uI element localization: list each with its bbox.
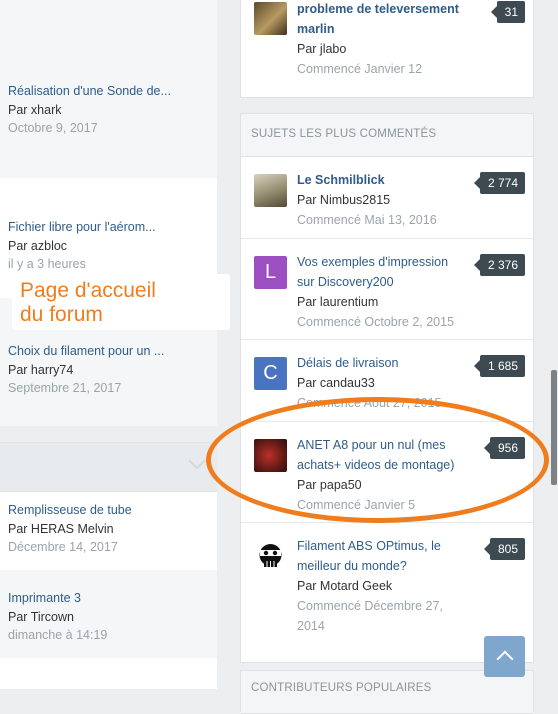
topic-link[interactable]: Filament ABS OPtimus, le meilleur du mon… [297,536,467,576]
list-item: ANET A8 pour un nul (mes achats+ videos … [241,421,533,522]
topic-author: Par papa50 [297,478,362,492]
callout-line: Page d'accueil [20,279,156,302]
topic-author: Par Tircown [8,610,74,624]
topic-date: Commencé Mai 13, 2016 [297,213,437,227]
topic-author: Par harry74 [8,363,74,377]
list-item: Imprimante 3 Par Tircown dimanche à 14:1… [8,590,213,644]
section-header [0,442,217,492]
left-band [0,658,217,689]
topic-link[interactable]: Réalisation d'une Sonde de... [8,83,213,99]
avatar[interactable] [254,174,287,207]
topic-link[interactable]: Vos exemples d'impression sur Discovery2… [297,252,467,292]
scrollbar[interactable] [550,0,558,689]
topic-author: Par xhark [8,103,62,117]
topic-date: dimanche à 14:19 [8,628,108,642]
list-item: Fichier libre pour l'aérom... Par azbloc… [8,219,213,273]
avatar[interactable] [254,2,287,35]
comment-count-badge: 2 774 [473,172,525,194]
topic-link[interactable]: probleme de televersement [297,0,467,19]
list-item: Réalisation d'une Sonde de... Par xhark … [8,83,213,137]
comment-count-badge: 956 [483,437,525,459]
chevron-down-icon[interactable] [188,452,206,470]
widget-header: CONTRIBUTEURS POPULAIRES [241,671,533,714]
topic-link[interactable]: Imprimante 3 [8,590,213,606]
list-item: Filament ABS OPtimus, le meilleur du mon… [241,522,533,643]
avatar[interactable]: C [254,357,287,390]
skull-helmet-icon [259,544,282,567]
topic-author: Par candau33 [297,376,375,390]
topic-author: Par HERAS Melvin [8,522,114,536]
topic-author: Par jlabo [297,42,347,56]
topic-link[interactable]: Le Schmilblick [297,170,467,190]
topic-link[interactable]: Délais de livraison [297,353,467,373]
topic-link[interactable]: Choix du filament pour un ... [8,343,213,359]
topic-date: Commencé Octobre 2, 2015 [297,315,455,329]
avatar[interactable] [254,439,287,472]
scroll-to-top-button[interactable] [484,636,525,677]
topic-date: Commencé Janvier 5 [297,498,416,512]
topic-link[interactable]: Remplisseuse de tube [8,502,213,518]
topic-date: Commencé Août 27, 2015 [297,396,442,410]
comment-count-badge: 805 [483,538,525,560]
widget-title: CONTRIBUTEURS POPULAIRES [251,682,432,694]
topic-date: Commencé Janvier 12 [297,62,423,76]
callout-line: du forum [20,303,103,326]
annotation-callout: Page d'accueil du forum [12,274,230,330]
topic-date: Décembre 14, 2017 [8,540,118,554]
topic-author: Par Motard Geek [297,579,393,593]
left-column: Réalisation d'une Sonde de... Par xhark … [0,0,217,689]
topic-author: Par laurentium [297,295,379,309]
list-item: Le Schmilblick Par Nimbus2815 Commencé M… [241,157,533,237]
recent-topics-widget: probleme de televersement marlin Par jla… [240,0,534,98]
comment-count-badge: 31 [490,1,525,23]
widget-header: SUJETS LES PLUS COMMENTÉS [241,114,533,157]
right-sidebar: probleme de televersement marlin Par jla… [240,0,534,714]
list-item: C Délais de livraison Par candau33 Comme… [241,339,533,421]
list-item: Remplisseuse de tube Par HERAS Melvin Dé… [8,502,213,556]
scrollbar-thumb[interactable] [551,370,557,485]
topic-date: Commencé Décembre 27, 2014 [297,599,443,633]
topic-date: il y a 3 heures [8,257,86,271]
list-item: L Vos exemples d'impression sur Discover… [241,238,533,339]
widget-title: SUJETS LES PLUS COMMENTÉS [251,128,437,140]
avatar[interactable]: L [254,256,287,289]
left-band [0,0,217,40]
topic-link[interactable]: ANET A8 pour un nul (mes achats+ videos … [297,435,467,475]
most-commented-widget: SUJETS LES PLUS COMMENTÉS Le Schmilblick… [240,113,534,663]
comment-count-badge: 1 685 [473,355,525,377]
topic-date: Octobre 9, 2017 [8,121,98,135]
topic-date: Septembre 21, 2017 [8,381,122,395]
list-item: Choix du filament pour un ... Par harry7… [8,343,213,397]
topic-author: Par Nimbus2815 [297,193,391,207]
comment-count-badge: 2 376 [473,254,525,276]
avatar[interactable] [254,540,287,573]
topic-link[interactable]: marlin [297,19,467,39]
topic-link[interactable]: Fichier libre pour l'aérom... [8,219,213,235]
topic-author: Par azbloc [8,239,68,253]
